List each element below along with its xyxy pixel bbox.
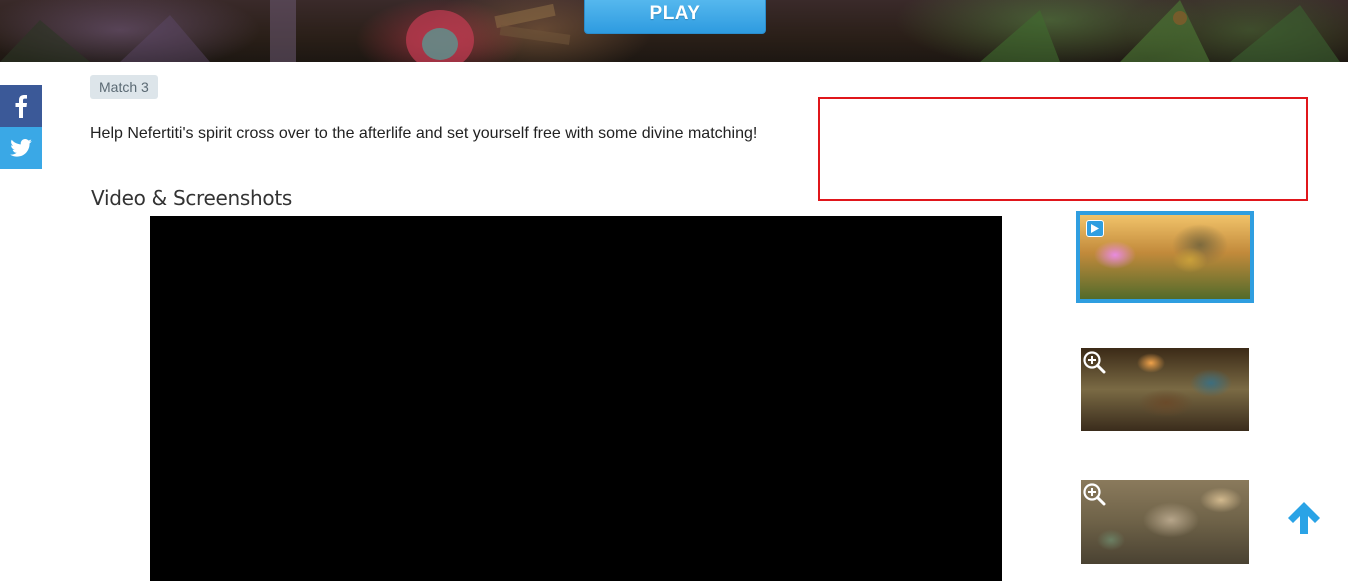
thumbnail-screenshot[interactable] (1081, 480, 1249, 564)
hero-banner: PLAY (0, 0, 1348, 62)
play-button[interactable]: PLAY (584, 0, 766, 34)
zoom-in-icon (1083, 351, 1106, 374)
game-description: Help Nefertiti's spirit cross over to th… (90, 125, 758, 142)
zoom-in-icon (1083, 483, 1106, 506)
play-icon (1086, 220, 1104, 237)
thumbnail-image (1080, 215, 1250, 299)
ad-placeholder (818, 97, 1308, 201)
back-to-top-button[interactable] (1284, 497, 1324, 537)
thumbnail-video[interactable] (1076, 211, 1254, 303)
twitter-share-button[interactable] (0, 127, 42, 169)
facebook-share-button[interactable] (0, 85, 42, 127)
media-section-title: Video & Screenshots (91, 186, 292, 210)
thumbnail-screenshot[interactable] (1081, 348, 1249, 431)
twitter-icon (10, 139, 32, 157)
arrow-up-icon (1288, 502, 1320, 534)
genre-tag[interactable]: Match 3 (90, 75, 158, 99)
video-player[interactable] (150, 216, 1002, 581)
facebook-icon (15, 95, 27, 118)
